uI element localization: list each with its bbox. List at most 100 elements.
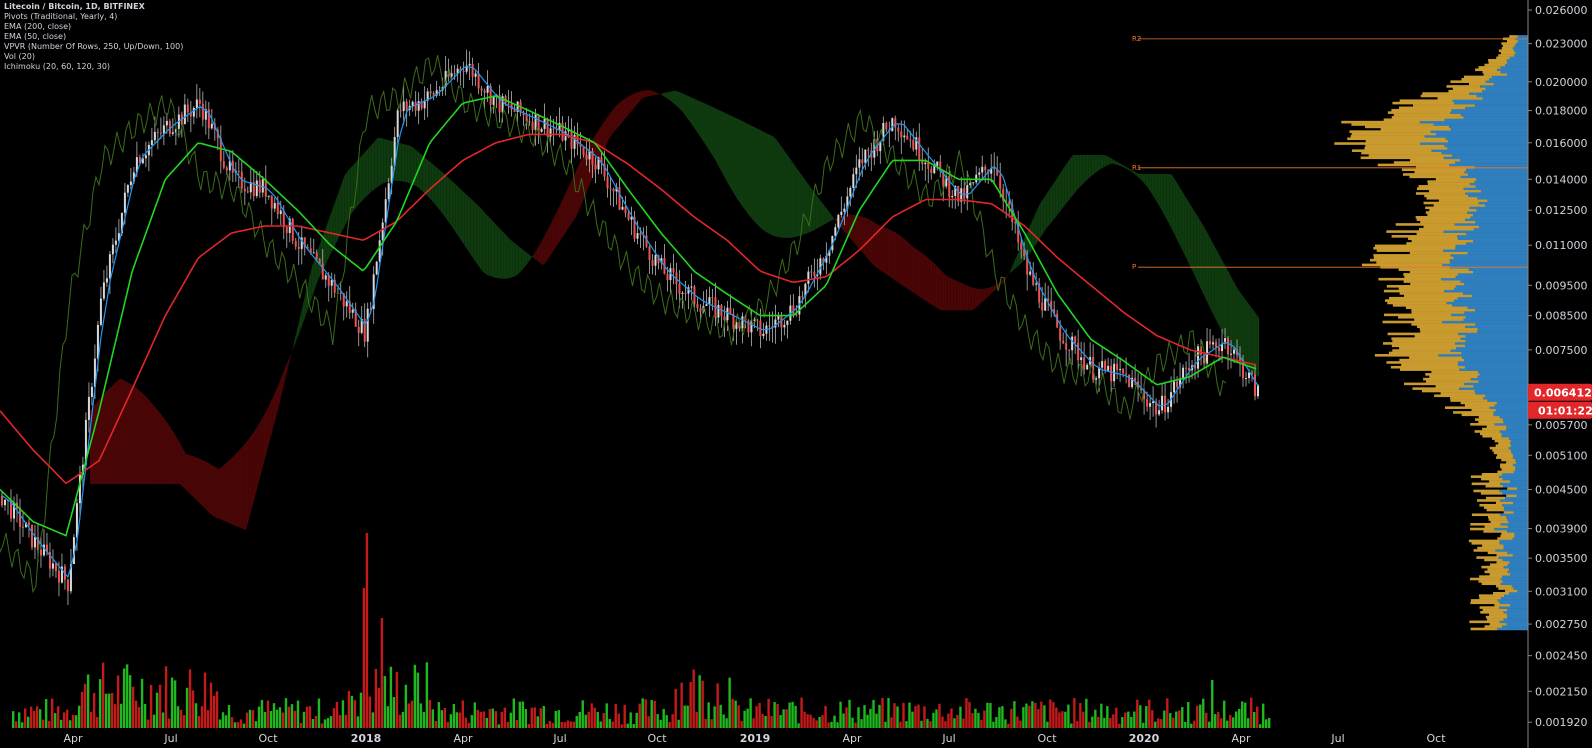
y-tick-label: 0.002450 bbox=[1535, 650, 1588, 663]
vpvr-down bbox=[1351, 149, 1432, 152]
candle-body bbox=[57, 571, 60, 583]
cloud-segment bbox=[182, 448, 186, 490]
volume-bar bbox=[1259, 724, 1262, 728]
vpvr-up bbox=[1474, 104, 1528, 107]
candle-body bbox=[321, 263, 324, 280]
vpvr-up bbox=[1506, 73, 1528, 76]
cloud-segment bbox=[1052, 180, 1056, 222]
price-chart[interactable]: R2R1P 0.0260000.0230000.0200000.0180000.… bbox=[0, 0, 1592, 748]
volume-bar bbox=[134, 700, 138, 728]
cloud-segment bbox=[455, 184, 459, 237]
cloud-segment bbox=[1094, 155, 1098, 174]
cloud-segment bbox=[632, 92, 636, 110]
vpvr-up bbox=[1477, 327, 1528, 331]
cloud-segment bbox=[1205, 228, 1209, 304]
candle-body bbox=[450, 73, 453, 77]
cloud-segment bbox=[782, 148, 786, 238]
vpvr-up bbox=[1508, 520, 1528, 524]
candle-body bbox=[483, 90, 486, 93]
vpvr-up bbox=[1441, 151, 1528, 155]
vpvr-up bbox=[1502, 580, 1528, 583]
volume-bar bbox=[1088, 721, 1091, 728]
vpvr-up bbox=[1489, 77, 1528, 81]
vpvr-up bbox=[1463, 318, 1528, 321]
candle-body bbox=[1119, 368, 1122, 370]
candle-body bbox=[843, 208, 846, 212]
candle-body bbox=[762, 333, 765, 337]
volume-bar bbox=[602, 713, 605, 728]
vpvr-up bbox=[1506, 622, 1528, 626]
vpvr-down bbox=[1484, 525, 1508, 528]
vpvr-up bbox=[1469, 206, 1528, 210]
vpvr-down bbox=[1479, 606, 1500, 609]
cloud-segment bbox=[1256, 313, 1260, 377]
candle-body bbox=[387, 183, 390, 200]
cloud-segment bbox=[407, 145, 411, 184]
volume-bar bbox=[770, 715, 773, 728]
volume-bar bbox=[95, 717, 99, 728]
candle-body bbox=[1044, 298, 1047, 311]
vpvr-down bbox=[1373, 256, 1454, 260]
cloud-segment bbox=[1229, 272, 1233, 349]
candle-body bbox=[1098, 367, 1101, 379]
volume-bar bbox=[1211, 680, 1214, 728]
candle-body bbox=[849, 187, 852, 197]
volume-bar bbox=[362, 588, 366, 728]
vpvr-up bbox=[1497, 68, 1528, 72]
volume-bar bbox=[1244, 702, 1247, 728]
cloud-segment bbox=[233, 452, 237, 527]
candle-body bbox=[492, 96, 495, 105]
vpvr-up bbox=[1503, 611, 1528, 614]
cloud-segment bbox=[671, 90, 675, 105]
vpvr-up bbox=[1473, 384, 1528, 388]
cloud-segment bbox=[1034, 209, 1038, 248]
cloud-segment bbox=[956, 280, 960, 311]
candle-body bbox=[156, 131, 159, 133]
cloud-segment bbox=[1160, 173, 1164, 213]
cloud-segment bbox=[968, 285, 972, 311]
cloud-segment bbox=[872, 221, 876, 267]
cloud-segment bbox=[761, 130, 765, 231]
volume-bar bbox=[599, 721, 602, 728]
volume-bar bbox=[389, 666, 393, 728]
cloud-segment bbox=[497, 226, 501, 279]
vpvr-up bbox=[1500, 596, 1528, 600]
volume-bar bbox=[635, 712, 638, 728]
volume-bar bbox=[278, 707, 282, 728]
vpvr-down bbox=[1426, 380, 1479, 383]
candle-body bbox=[1014, 221, 1017, 224]
candle-body bbox=[468, 63, 471, 66]
candle-body bbox=[255, 180, 258, 197]
vpvr-up bbox=[1502, 477, 1528, 481]
cloud-segment bbox=[536, 244, 540, 263]
vpvr-up bbox=[1515, 51, 1528, 55]
vpvr-down bbox=[1390, 365, 1466, 369]
cloud-segment bbox=[914, 247, 918, 296]
volume-bar bbox=[251, 710, 255, 728]
volume-bar bbox=[410, 700, 414, 728]
cloud-segment bbox=[434, 165, 438, 208]
vpvr-down bbox=[1409, 356, 1463, 360]
candle-body bbox=[1176, 381, 1179, 388]
cloud-segment bbox=[296, 317, 300, 340]
cloud-segment bbox=[452, 181, 456, 233]
volume-bar bbox=[1253, 711, 1256, 728]
cloud-segment bbox=[335, 191, 339, 244]
volume-bar bbox=[1217, 712, 1220, 728]
candle-body bbox=[930, 168, 933, 174]
volume-bar bbox=[653, 700, 656, 728]
vpvr-down bbox=[1488, 518, 1508, 521]
vpvr-up bbox=[1493, 413, 1528, 417]
volume-bar bbox=[566, 720, 569, 728]
vpvr-down bbox=[1495, 501, 1514, 505]
volume-bar bbox=[821, 715, 824, 728]
volume-bar bbox=[764, 715, 767, 728]
cloud-segment bbox=[329, 208, 333, 256]
cloud-segment bbox=[191, 455, 195, 499]
volume-bar bbox=[1145, 706, 1148, 728]
cloud-segment bbox=[659, 93, 663, 96]
vpvr-down bbox=[1470, 522, 1501, 526]
cloud-segment bbox=[725, 113, 729, 185]
volume-bar bbox=[662, 708, 665, 728]
cloud-segment bbox=[722, 111, 726, 179]
